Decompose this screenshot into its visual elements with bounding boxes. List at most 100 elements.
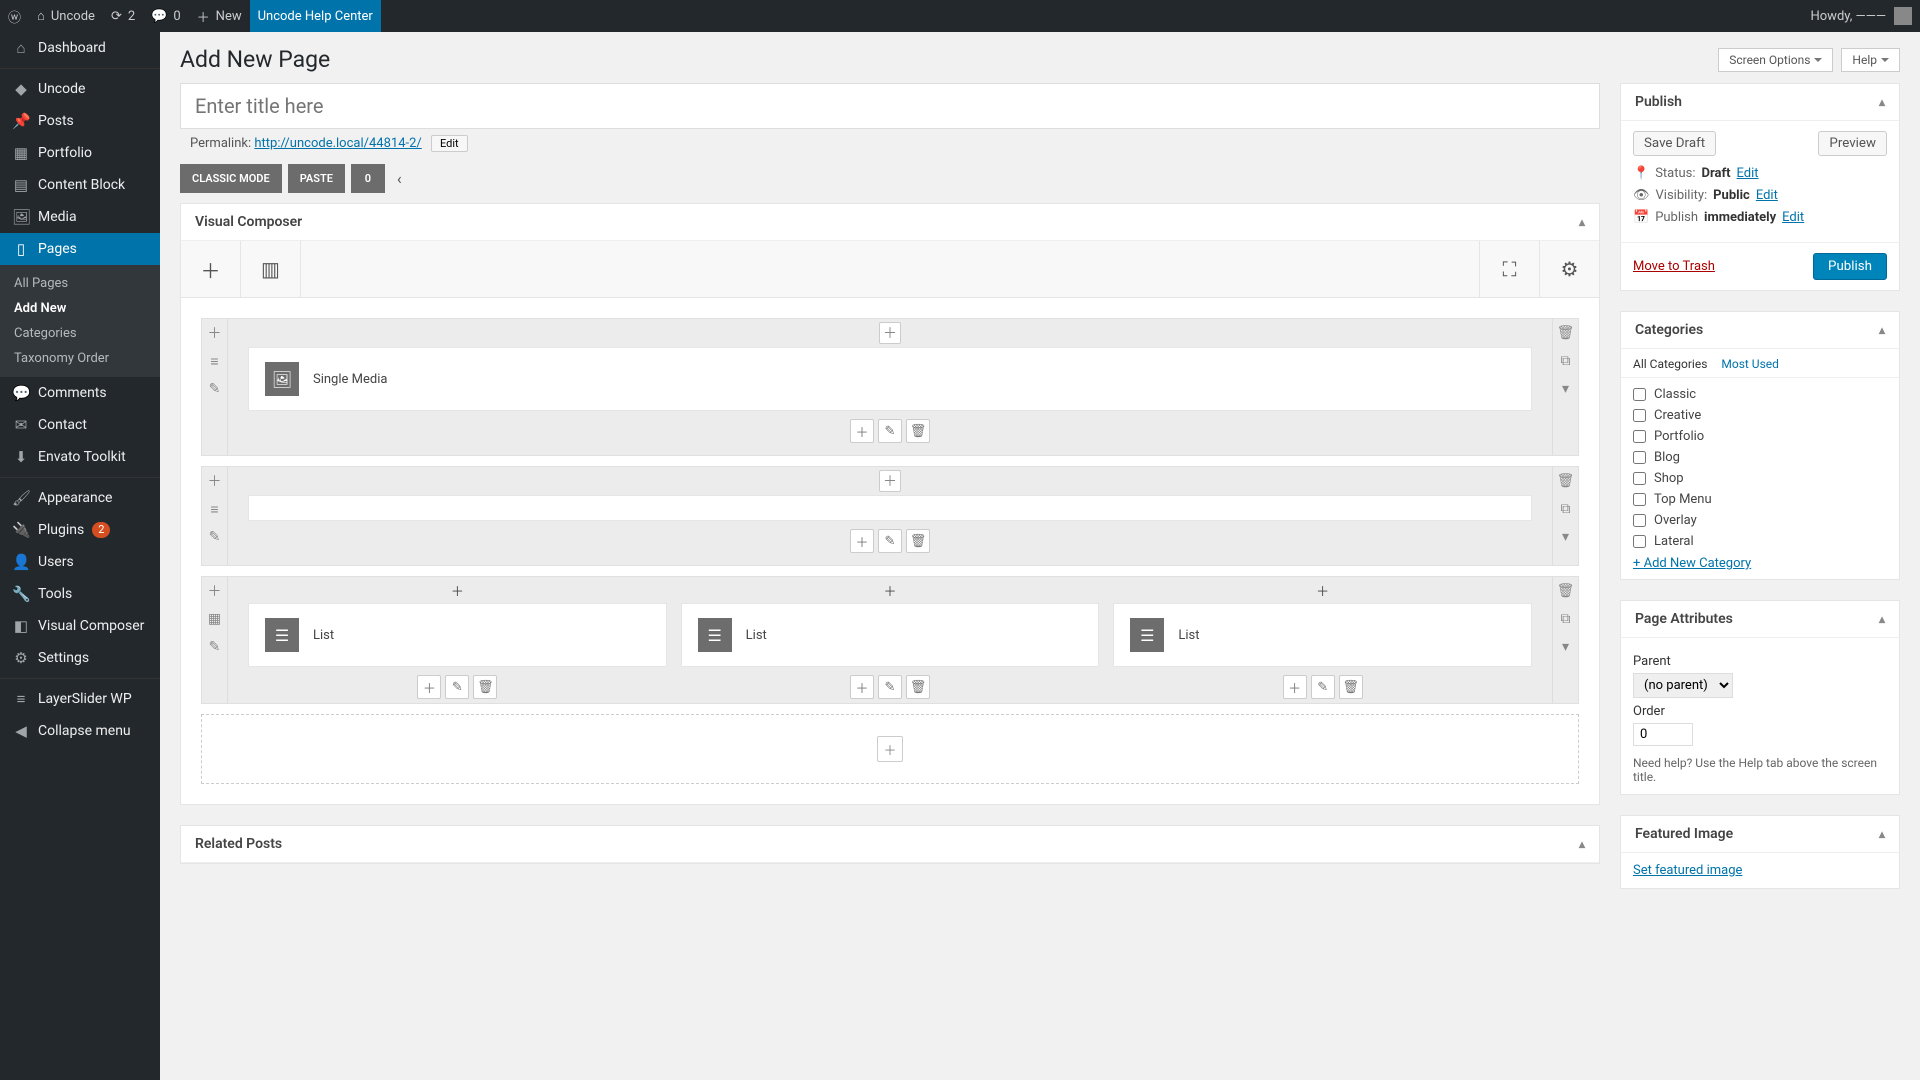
col-add-icon[interactable]: ＋ [850, 675, 874, 699]
category-checkbox[interactable] [1633, 409, 1646, 422]
vc-add-row[interactable]: ＋ [201, 714, 1579, 784]
col-add-icon[interactable]: ＋ [850, 419, 874, 443]
row-drag-icon[interactable]: ≡ [202, 495, 227, 523]
collapse-icon[interactable]: ▴ [1579, 215, 1585, 229]
permalink-edit-button[interactable]: Edit [431, 135, 468, 152]
paste-button[interactable]: PASTE [288, 164, 345, 193]
row-add-icon[interactable]: ＋ [202, 319, 227, 347]
sidebar-item-layerslider-wp[interactable]: ≡LayerSlider WP [0, 678, 160, 715]
post-title-input[interactable] [180, 83, 1600, 129]
row-drag-icon[interactable]: ≡ [202, 347, 227, 375]
row-add-icon[interactable]: ＋ [202, 467, 227, 495]
collapse-icon[interactable]: ▴ [1879, 827, 1885, 841]
new-link[interactable]: ＋ New [189, 0, 250, 32]
col-delete-icon[interactable]: 🗑 [906, 419, 930, 443]
edit-visibility-link[interactable]: Edit [1756, 188, 1778, 203]
category-overlay[interactable]: Overlay [1633, 510, 1887, 531]
sidebar-item-users[interactable]: 👤Users [0, 546, 160, 578]
category-checkbox[interactable] [1633, 472, 1646, 485]
row-collapse-icon[interactable]: ▾ [1553, 523, 1578, 551]
row-delete-icon[interactable]: 🗑 [1553, 319, 1578, 347]
order-input[interactable] [1633, 723, 1693, 746]
vc-element-list[interactable]: ☰ List [248, 603, 667, 667]
sidebar-item-contact[interactable]: ✉Contact [0, 409, 160, 441]
sidebar-item-appearance[interactable]: 🖌Appearance [0, 477, 160, 514]
sidebar-item-content-block[interactable]: ▤Content Block [0, 169, 160, 201]
parent-select[interactable]: (no parent) [1633, 673, 1733, 698]
col-add-icon[interactable]: ＋ [417, 675, 441, 699]
col-add-top[interactable]: ＋ [451, 581, 464, 600]
category-checkbox[interactable] [1633, 535, 1646, 548]
sidebar-item-plugins[interactable]: 🔌Plugins2 [0, 514, 160, 546]
sidebar-item-comments[interactable]: 💬Comments [0, 377, 160, 409]
collapse-icon[interactable]: ▴ [1579, 837, 1585, 851]
tab-all-categories[interactable]: All Categories [1633, 357, 1707, 371]
screen-options-toggle[interactable]: Screen Options [1718, 48, 1833, 72]
move-to-trash-link[interactable]: Move to Trash [1633, 259, 1715, 274]
col-edit-icon[interactable]: ✎ [878, 419, 902, 443]
fullscreen-button[interactable]: ⛶ [1479, 241, 1539, 297]
category-classic[interactable]: Classic [1633, 384, 1887, 405]
category-checkbox[interactable] [1633, 430, 1646, 443]
vc-element-single-media[interactable]: 🖼 Single Media [248, 347, 1532, 411]
avatar[interactable] [1894, 7, 1912, 25]
add-category-link[interactable]: + Add New Category [1621, 548, 1763, 579]
comments-link[interactable]: 💬 0 [143, 0, 189, 32]
sidebar-item-tools[interactable]: 🔧Tools [0, 578, 160, 610]
undo-count-button[interactable]: 0 [351, 164, 385, 193]
sidebar-subitem-add-new[interactable]: Add New [0, 296, 160, 321]
col-delete-icon[interactable]: 🗑 [1339, 675, 1363, 699]
col-delete-icon[interactable]: 🗑 [906, 675, 930, 699]
row-collapse-icon[interactable]: ▾ [1553, 375, 1578, 403]
edit-schedule-link[interactable]: Edit [1782, 210, 1804, 225]
sidebar-item-visual-composer[interactable]: ◧Visual Composer [0, 610, 160, 642]
sidebar-subitem-taxonomy-order[interactable]: Taxonomy Order [0, 346, 160, 371]
col-delete-icon[interactable]: 🗑 [906, 529, 930, 553]
sidebar-item-settings[interactable]: ⚙Settings [0, 642, 160, 674]
vc-element-list[interactable]: ☰ List [681, 603, 1100, 667]
wp-logo[interactable]: ⓦ [0, 0, 29, 32]
row-columns-icon[interactable]: ▦ [202, 605, 227, 633]
category-top-menu[interactable]: Top Menu [1633, 489, 1887, 510]
row-collapse-icon[interactable]: ▾ [1553, 633, 1578, 661]
add-element-button[interactable]: ＋ [181, 241, 241, 297]
category-checkbox[interactable] [1633, 451, 1646, 464]
help-toggle[interactable]: Help [1841, 48, 1900, 72]
sidebar-item-collapse-menu[interactable]: ◀Collapse menu [0, 715, 160, 747]
row-add-icon[interactable]: ＋ [202, 577, 227, 605]
row-delete-icon[interactable]: 🗑 [1553, 467, 1578, 495]
collapse-icon[interactable]: ▴ [1879, 323, 1885, 337]
category-lateral[interactable]: Lateral [1633, 531, 1887, 548]
save-draft-button[interactable]: Save Draft [1633, 131, 1716, 156]
publish-button[interactable]: Publish [1813, 253, 1887, 280]
site-link[interactable]: ⌂ Uncode [29, 0, 103, 32]
category-creative[interactable]: Creative [1633, 405, 1887, 426]
sidebar-item-uncode[interactable]: ◆Uncode [0, 68, 160, 105]
sidebar-item-portfolio[interactable]: ▦Portfolio [0, 137, 160, 169]
col-add-icon[interactable]: ＋ [1283, 675, 1307, 699]
sidebar-subitem-all-pages[interactable]: All Pages [0, 271, 160, 296]
category-portfolio[interactable]: Portfolio [1633, 426, 1887, 447]
row-delete-icon[interactable]: 🗑 [1553, 577, 1578, 605]
row-clone-icon[interactable]: ⧉ [1553, 347, 1578, 375]
col-edit-icon[interactable]: ✎ [878, 529, 902, 553]
sidebar-item-media[interactable]: 🖼Media [0, 201, 160, 233]
related-posts-title[interactable]: Related Posts ▴ [181, 826, 1599, 863]
category-shop[interactable]: Shop [1633, 468, 1887, 489]
row-clone-icon[interactable]: ⧉ [1553, 495, 1578, 523]
add-element-top[interactable]: ＋ [879, 322, 901, 344]
row-clone-icon[interactable]: ⧉ [1553, 605, 1578, 633]
sidebar-subitem-categories[interactable]: Categories [0, 321, 160, 346]
settings-button[interactable]: ⚙ [1539, 241, 1599, 297]
vc-element-empty[interactable] [248, 495, 1532, 521]
col-edit-icon[interactable]: ✎ [878, 675, 902, 699]
category-checkbox[interactable] [1633, 514, 1646, 527]
vc-title[interactable]: Visual Composer ▴ [181, 204, 1599, 241]
sidebar-item-pages[interactable]: ▯Pages [0, 233, 160, 265]
col-add-icon[interactable]: ＋ [850, 529, 874, 553]
row-edit-icon[interactable]: ✎ [202, 375, 227, 403]
vc-element-list[interactable]: ☰ List [1113, 603, 1532, 667]
add-element-top[interactable]: ＋ [879, 470, 901, 492]
classic-mode-button[interactable]: CLASSIC MODE [180, 164, 282, 193]
sidebar-item-dashboard[interactable]: ⌂Dashboard [0, 32, 160, 64]
